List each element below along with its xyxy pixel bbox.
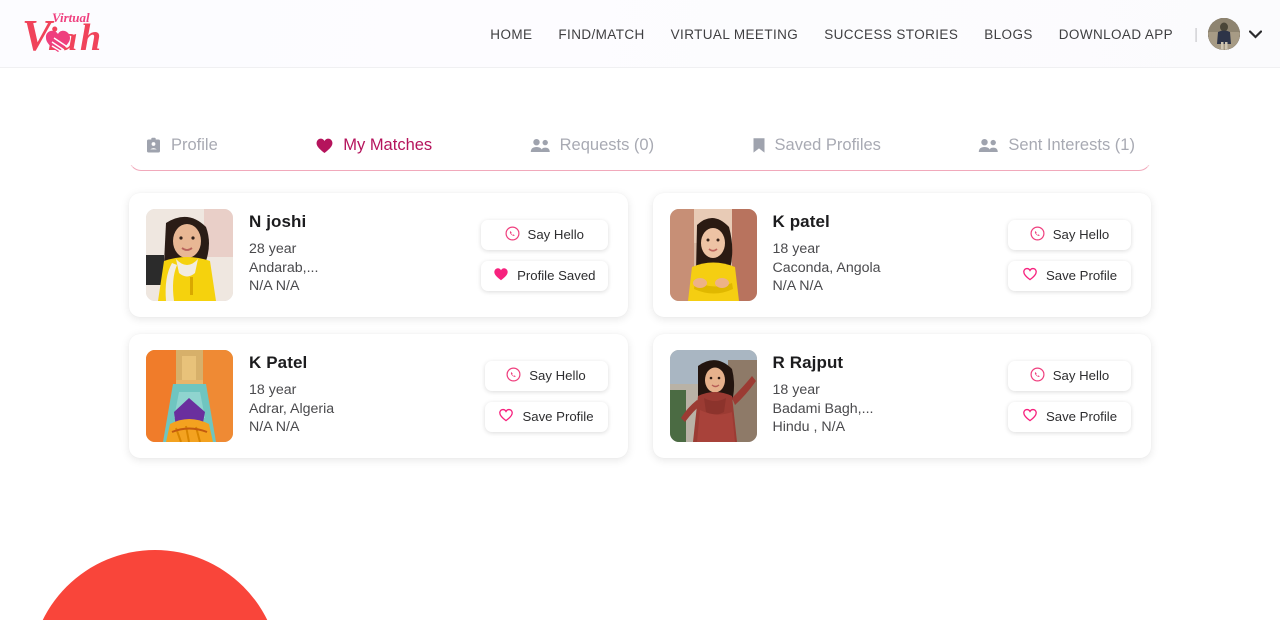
profile-info: K Patel 18 year Adrar, Algeria N/A N/A (249, 353, 485, 439)
tab-sent-interests[interactable]: Sent Interests (1) (978, 136, 1135, 155)
heart-outline-icon (1022, 408, 1038, 425)
card-actions: Say Hello Save Profile (1008, 360, 1131, 432)
nav-virtual-meeting[interactable]: VIRTUAL MEETING (658, 27, 812, 42)
card-actions: Say Hello Profile Saved (481, 219, 608, 291)
whatsapp-icon (506, 366, 521, 385)
nav-success-stories[interactable]: SUCCESS STORIES (811, 27, 971, 42)
decorative-red-circle (30, 550, 280, 620)
nav-blogs[interactable]: BLOGS (971, 27, 1046, 42)
tab-my-matches[interactable]: My Matches (315, 136, 432, 155)
save-profile-label: Save Profile (1045, 268, 1118, 283)
card-actions: Say Hello Save Profile (484, 360, 608, 432)
main-navigation: HOME FIND/MATCH VIRTUAL MEETING SUCCESS … (477, 0, 1262, 68)
colorful-lehenga-photo (146, 350, 233, 442)
profile-info: K patel 18 year Caconda, Angola N/A N/A (773, 212, 1009, 298)
tab-profile[interactable]: Profile (145, 136, 218, 155)
tab-my-matches-label: My Matches (343, 135, 433, 154)
save-profile-button[interactable]: Save Profile (484, 401, 608, 432)
profile-saved-button[interactable]: Profile Saved (481, 260, 608, 291)
profile-name: R Rajput (772, 353, 844, 373)
match-card-grid: N joshi 28 year Andarab,... N/A N/A Say … (129, 193, 1151, 458)
say-hello-button[interactable]: Say Hello (484, 360, 608, 391)
whatsapp-icon (505, 225, 520, 244)
nav-home[interactable]: HOME (477, 27, 545, 42)
people-icon (530, 138, 551, 153)
whatsapp-icon (1030, 225, 1045, 244)
tab-requests-label: Requests (0) (559, 135, 655, 154)
id-badge-icon (145, 137, 162, 154)
tab-saved-profiles[interactable]: Saved Profiles (752, 136, 881, 155)
say-hello-button[interactable]: Say Hello (481, 219, 608, 250)
profile-photo[interactable] (146, 209, 233, 301)
profile-details: N/A N/A (772, 278, 823, 295)
nav-find-match[interactable]: FIND/MATCH (545, 27, 657, 42)
profile-location: Caconda, Angola (772, 259, 881, 276)
profile-location: Badami Bagh,... (772, 400, 874, 417)
tab-saved-profiles-label: Saved Profiles (774, 135, 881, 154)
profile-location: Adrar, Algeria (249, 400, 335, 417)
avatar[interactable] (1208, 18, 1240, 50)
whatsapp-icon (1030, 366, 1045, 385)
save-profile-label: Save Profile (522, 409, 594, 424)
profile-details: N/A N/A (249, 278, 300, 295)
say-hello-label: Say Hello (529, 368, 586, 383)
say-hello-button[interactable]: Say Hello (1008, 360, 1131, 391)
profile-age: 28 year (249, 241, 297, 258)
profile-photo[interactable] (669, 209, 757, 301)
nav-download-app[interactable]: DOWNLOAD APP (1046, 27, 1186, 42)
chevron-down-icon[interactable] (1249, 29, 1262, 39)
profile-details: Hindu , N/A (772, 419, 846, 436)
profile-photo[interactable] (146, 350, 233, 442)
svg-text:Virtual: Virtual (52, 10, 90, 25)
heart-outline-icon (1022, 267, 1038, 284)
save-profile-button[interactable]: Save Profile (1008, 260, 1131, 291)
avatar-photo (1208, 18, 1240, 50)
say-hello-button[interactable]: Say Hello (1008, 219, 1131, 250)
tab-profile-label: Profile (171, 135, 218, 154)
match-card[interactable]: R Rajput 18 year Badami Bagh,... Hindu ,… (652, 334, 1151, 458)
profile-age: 18 year (772, 241, 820, 258)
match-card[interactable]: N joshi 28 year Andarab,... N/A N/A Say … (129, 193, 628, 317)
profile-age: 18 year (249, 382, 297, 399)
logo-mark: V i a h Virtual (22, 10, 101, 60)
nav-separator: | (1194, 25, 1198, 43)
save-profile-button[interactable]: Save Profile (1008, 401, 1131, 432)
heart-filled-icon (493, 267, 509, 284)
heart-filled-icon (315, 137, 334, 154)
save-profile-label: Save Profile (1045, 409, 1118, 424)
profile-name: K patel (772, 212, 830, 232)
say-hello-label: Say Hello (527, 227, 584, 242)
heart-outline-icon (498, 408, 514, 425)
woman-maroon-dress-photo (669, 350, 757, 442)
profile-name: N joshi (249, 212, 307, 232)
profile-info: R Rajput 18 year Badami Bagh,... Hindu ,… (773, 353, 1009, 439)
say-hello-label: Say Hello (1052, 227, 1110, 242)
tab-bar: Profile My Matches Requests (0) Saved Pr… (129, 123, 1151, 171)
tab-sent-interests-label: Sent Interests (1) (1008, 135, 1135, 154)
profile-name: K Patel (249, 353, 308, 373)
profile-details: N/A N/A (249, 419, 300, 436)
card-actions: Say Hello Save Profile (1008, 219, 1131, 291)
profile-saved-label: Profile Saved (517, 268, 596, 283)
say-hello-label: Say Hello (1052, 368, 1110, 383)
match-card[interactable]: K patel 18 year Caconda, Angola N/A N/A … (652, 193, 1151, 317)
tab-requests[interactable]: Requests (0) (530, 136, 654, 155)
profile-info: N joshi 28 year Andarab,... N/A N/A (249, 212, 481, 298)
bookmark-icon (752, 137, 766, 154)
profile-age: 18 year (772, 382, 820, 399)
profile-photo[interactable] (669, 350, 757, 442)
woman-yellow-top-photo (669, 209, 757, 301)
profile-location: Andarab,... (249, 259, 319, 276)
people-icon (978, 138, 999, 153)
site-logo[interactable]: V i a h Virtual (22, 6, 122, 62)
match-card[interactable]: K Patel 18 year Adrar, Algeria N/A N/A S… (129, 334, 628, 458)
site-header: V i a h Virtual HOME FIND/MATCH VIRTUAL … (0, 0, 1280, 68)
woman-yellow-kurta-photo (146, 209, 233, 301)
